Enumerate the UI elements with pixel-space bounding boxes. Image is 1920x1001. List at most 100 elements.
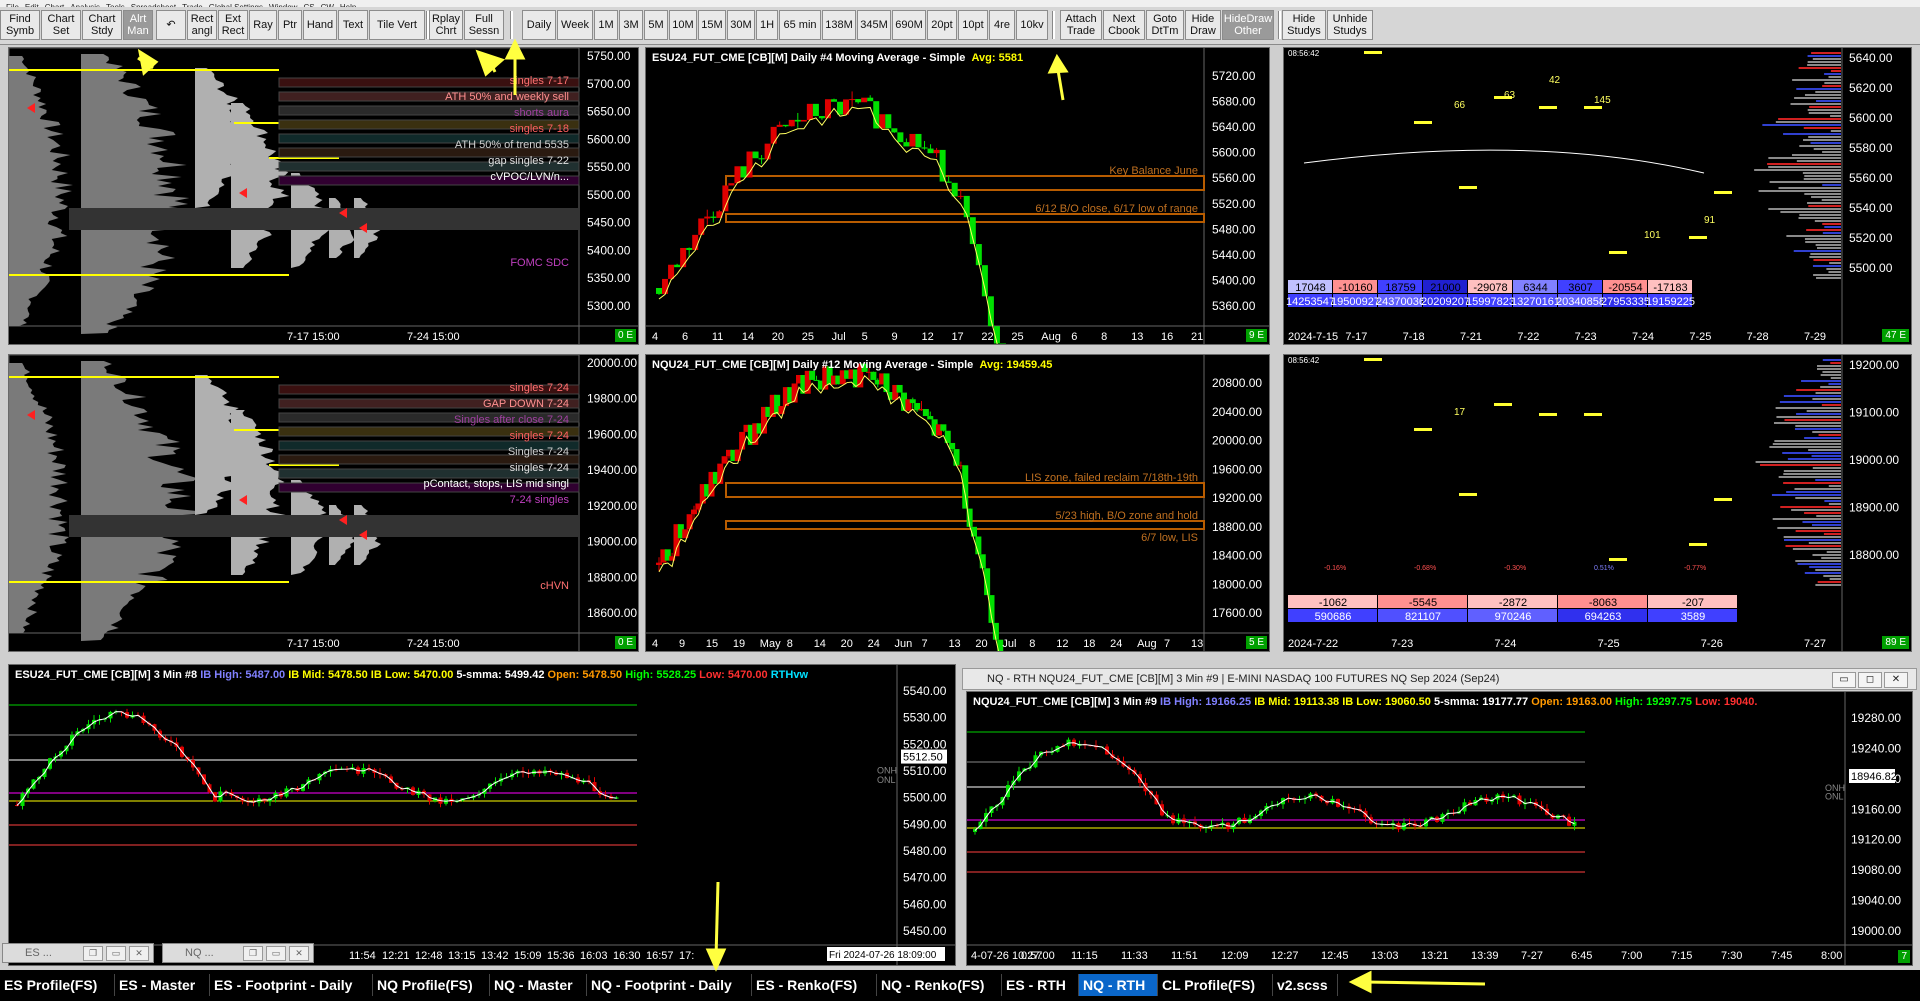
candle-body (949, 442, 956, 450)
toolbar-button-31[interactable]: Attach Trade (1060, 10, 1102, 40)
toolbar-button-19[interactable]: 10M (669, 10, 697, 40)
toolbar-button-4[interactable]: ↶ (156, 10, 186, 40)
zone-label: GAP DOWN 7-24 (483, 398, 569, 410)
toolbar-button-35[interactable]: HideDraw Other (1222, 10, 1274, 40)
restore-icon[interactable]: ❐ (83, 946, 103, 961)
es-footprint-chart[interactable]: 08:56:42 66 63 42 145 101 91 17048 14253547 -1016… (1283, 47, 1912, 345)
toolbar-button-22[interactable]: 1H (756, 10, 778, 40)
es-daily-svg-xtick: 16 (1161, 331, 1173, 343)
toolbar-button-17[interactable]: 3M (619, 10, 643, 40)
tab-nq-rth[interactable]: NQ - RTH (1079, 974, 1158, 996)
toolbar-button-36[interactable]: Hide Studys (1282, 10, 1326, 40)
footprint-volume (1794, 97, 1841, 99)
toolbar-button-30[interactable]: 10kv (1016, 10, 1048, 40)
toolbar-button-11[interactable]: Tile Vert (369, 10, 425, 40)
es-daily-svg-ytick: 5440.00 (1212, 248, 1256, 262)
candle-body (800, 119, 807, 122)
footprint-volume (1780, 506, 1841, 508)
footprint-volume (1792, 548, 1841, 550)
tab-nq-master[interactable]: NQ - Master (490, 974, 587, 996)
toolbar-button-16[interactable]: 1M (594, 10, 618, 40)
toolbar-button-2[interactable]: Chart Stdy (82, 10, 122, 40)
toolbar-button-7[interactable]: Ray (249, 10, 277, 40)
footprint-dash (1364, 358, 1382, 361)
toolbar-button-24[interactable]: 138M (822, 10, 856, 40)
nq-rth-svg-ytick: 19160.00 (1851, 802, 1901, 816)
nq-rth-svg-xtick: 12:09 (1221, 950, 1249, 962)
maximize-icon[interactable]: ▭ (266, 946, 286, 961)
toolbar-button-37[interactable]: Unhide Studys (1327, 10, 1373, 40)
toolbar-button-14[interactable]: Daily (522, 10, 556, 40)
toolbar-button-1[interactable]: Chart Set (41, 10, 81, 40)
es-rth-svg-ytick: 5470.00 (903, 871, 947, 885)
toolbar-button-26[interactable]: 690M (892, 10, 926, 40)
nq-rth-svg-ytick: 19000.00 (1851, 924, 1901, 938)
footprint-volume (1779, 401, 1841, 403)
toolbar-button-5[interactable]: Rect angl (187, 10, 217, 40)
es-profile-chart[interactable]: singles 7-17 ATH 50% and weekly sell short… (8, 47, 639, 345)
toolbar-button-0[interactable]: Find Symb (0, 10, 40, 40)
footprint-volume (1783, 473, 1841, 475)
close-icon[interactable]: ✕ (1884, 672, 1908, 688)
toolbar-button-8[interactable]: Ptr (278, 10, 302, 40)
nq-profile-chart[interactable]: singles 7-24 GAP DOWN 7-24 Singles after c… (8, 354, 639, 652)
close-icon[interactable]: ✕ (129, 946, 149, 961)
es-rth-chart[interactable]: 5540.00 5530.00 5520.00 5510.00 5500.00 5490.… (8, 664, 956, 966)
tab-es-rth[interactable]: ES - RTH (1002, 974, 1079, 996)
close-icon[interactable]: ✕ (289, 946, 309, 961)
tab-v2-scss[interactable]: v2.scss (1273, 974, 1338, 996)
toolbar-separator (1052, 11, 1055, 39)
es-daily-svg-ytick: 5720.00 (1212, 69, 1256, 83)
minimized-window-es[interactable]: ES ... ❐ ▭ ✕ (2, 943, 154, 963)
nq-rth-svg-ytick: 19120.00 (1851, 833, 1901, 847)
toolbar-button-9[interactable]: Hand (303, 10, 337, 40)
toolbar-button-12[interactable]: Rplay Chrt (429, 10, 463, 40)
minimize-icon[interactable]: ▭ (1832, 672, 1856, 688)
toolbar-button-32[interactable]: Next Cbook (1103, 10, 1145, 40)
restore-icon[interactable]: ❐ (243, 946, 263, 961)
footprint-dash (1689, 236, 1707, 239)
toolbar-button-27[interactable]: 20pt (927, 10, 957, 40)
maximize-icon[interactable]: ▭ (106, 946, 126, 961)
toolbar-button-6[interactable]: Ext Rect (218, 10, 248, 40)
nq-daily-chart[interactable]: LIS zone, failed reclaim 7/18th-19th 5/23… (645, 354, 1270, 652)
footprint-volume (1769, 181, 1841, 183)
toolbar-button-28[interactable]: 10pt (958, 10, 988, 40)
tab-es-renko-fs-[interactable]: ES - Renko(FS) (752, 974, 877, 996)
toolbar-button-20[interactable]: 15M (698, 10, 726, 40)
tab-es-profile-fs-[interactable]: ES Profile(FS) (0, 974, 115, 996)
toolbar-button-18[interactable]: 5M (644, 10, 668, 40)
toolbar-button-23[interactable]: 65 min (779, 10, 821, 40)
nq-rth-window-titlebar[interactable]: NQ - RTH NQU24_FUT_CME [CB][M] 3 Min #9 … (962, 668, 1917, 690)
toolbar-button-25[interactable]: 345M (857, 10, 891, 40)
candle-body (788, 119, 795, 127)
toolbar-button-34[interactable]: Hide Draw (1185, 10, 1221, 40)
footprint-delta: -8063 (1589, 597, 1617, 609)
tab-nq-footprint-daily[interactable]: NQ - Footprint - Daily (587, 974, 752, 996)
toolbar-button-13[interactable]: Full Sessn (464, 10, 504, 40)
toolbar-button-29[interactable]: 4re (989, 10, 1015, 40)
minimized-window-nq[interactable]: NQ ... ❐ ▭ ✕ (162, 943, 314, 963)
es-daily-chart[interactable]: Key Balance June 6/12 B/O close, 6/17 low… (645, 47, 1270, 345)
maximize-icon[interactable]: ◻ (1858, 672, 1882, 688)
footprint-volume (1814, 220, 1841, 222)
nq-rth-chart[interactable]: 19280.0019240.0019200.0019160.0019120.00… (966, 691, 1913, 966)
footprint-volume-value: 3589 (1681, 611, 1705, 623)
toolbar-button-3[interactable]: Alrt Man (123, 10, 153, 40)
tab-cl-profile-fs-[interactable]: CL Profile(FS) (1158, 974, 1273, 996)
tab-es-footprint-daily[interactable]: ES - Footprint - Daily (210, 974, 373, 996)
footprint-volume (1815, 479, 1841, 481)
es-rth-svg-ytick: 5540.00 (903, 684, 947, 698)
toolbar-button-15[interactable]: Week (557, 10, 593, 40)
tab-nq-renko-fs-[interactable]: NQ - Renko(FS) (877, 974, 1002, 996)
toolbar-button-10[interactable]: Text (338, 10, 368, 40)
toolbar-button-33[interactable]: Goto DtTm (1146, 10, 1184, 40)
tab-nq-profile-fs-[interactable]: NQ Profile(FS) (373, 974, 490, 996)
toolbar-button-21[interactable]: 30M (727, 10, 755, 40)
footprint-volume (1815, 584, 1841, 586)
nq-foot-svg-ytick: 18900.00 (1849, 501, 1899, 515)
footprint-dash (1714, 498, 1732, 501)
es-rth-svg-xtick: 16:30 (613, 950, 641, 962)
tab-es-master[interactable]: ES - Master (115, 974, 210, 996)
nq-footprint-chart[interactable]: 08:56:42 17 -0.16% -0.68% -0.30% 0.51% -0.77% -… (1283, 354, 1912, 652)
